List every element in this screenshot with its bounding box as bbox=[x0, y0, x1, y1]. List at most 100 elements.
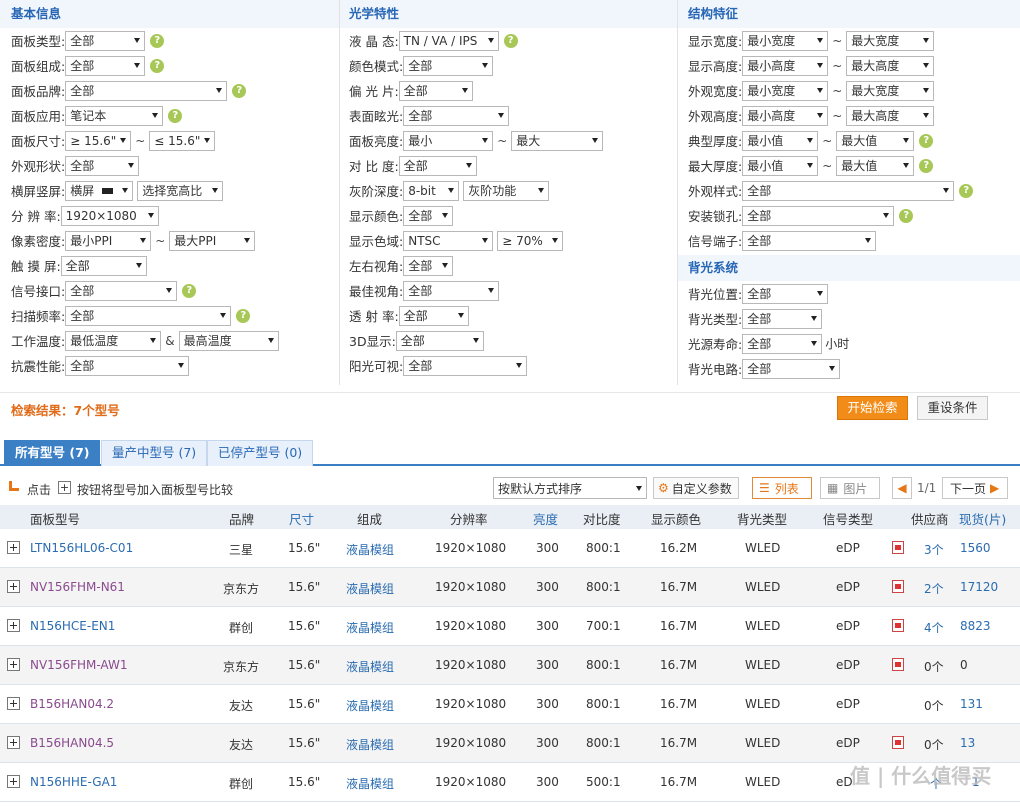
ow-max-select[interactable]: 最大宽度 bbox=[846, 80, 935, 101]
style-select[interactable]: 全部 bbox=[742, 180, 955, 201]
scan-select[interactable]: 全部 bbox=[65, 305, 232, 326]
bl-circ-select[interactable]: 全部 bbox=[742, 358, 841, 379]
composition-link[interactable]: 液晶模组 bbox=[346, 580, 394, 597]
add-compare-icon[interactable] bbox=[7, 619, 20, 632]
model-link[interactable]: B156HAN04.5 bbox=[30, 736, 114, 750]
interface-select[interactable]: 全部 bbox=[65, 280, 178, 301]
composition-link[interactable]: 液晶模组 bbox=[346, 775, 394, 792]
dh-min-select[interactable]: 最小高度 bbox=[742, 55, 829, 76]
help-icon[interactable]: ? bbox=[899, 208, 914, 223]
col-model[interactable]: 面板型号 bbox=[30, 509, 80, 528]
tt-max-select[interactable]: 最大值 bbox=[836, 130, 915, 151]
dw-min-select[interactable]: 最小宽度 bbox=[742, 30, 829, 51]
help-icon[interactable]: ? bbox=[150, 58, 165, 73]
model-link[interactable]: NV156FHM-N61 bbox=[30, 580, 125, 594]
tab-in-production[interactable]: 量产中型号 (7) bbox=[101, 440, 208, 466]
add-compare-icon[interactable] bbox=[7, 697, 20, 710]
search-button[interactable]: 开始检索 bbox=[837, 396, 908, 420]
oh-max-select[interactable]: 最大高度 bbox=[846, 105, 935, 126]
oh-min-select[interactable]: 最小高度 bbox=[742, 105, 829, 126]
ratio-select[interactable]: 选择宽高比 bbox=[137, 180, 224, 201]
pdf-icon[interactable] bbox=[892, 619, 904, 632]
view-lr-select[interactable]: 全部 bbox=[403, 255, 454, 276]
dw-max-select[interactable]: 最大宽度 bbox=[846, 30, 935, 51]
mt-min-select[interactable]: 最小值 bbox=[742, 155, 819, 176]
col-resolution[interactable]: 分辨率 bbox=[450, 509, 488, 528]
pic-view-button[interactable]: ▦ 图片 bbox=[820, 477, 880, 499]
glare-select[interactable]: 全部 bbox=[403, 105, 510, 126]
brightness-max-select[interactable]: 最大 bbox=[511, 130, 604, 151]
stock-link[interactable]: 1560 bbox=[960, 541, 991, 555]
pdf-icon[interactable] bbox=[892, 580, 904, 593]
tab-discontinued[interactable]: 已停产型号 (0) bbox=[207, 440, 314, 466]
gamut-select[interactable]: NTSC bbox=[403, 230, 494, 251]
resolution-select[interactable]: 1920×1080 bbox=[60, 205, 159, 226]
contrast-select[interactable]: 全部 bbox=[398, 155, 477, 176]
supplier-link[interactable]: 4个 bbox=[924, 619, 944, 636]
stock-link[interactable]: 8823 bbox=[960, 619, 991, 633]
gamut-pct-select[interactable]: ≥ 70% bbox=[497, 230, 564, 251]
bl-pos-select[interactable]: 全部 bbox=[742, 283, 829, 304]
composition-link[interactable]: 液晶模组 bbox=[346, 736, 394, 753]
size-min-select[interactable]: ≥ 15.6" bbox=[65, 130, 132, 151]
model-link[interactable]: NV156FHM-AW1 bbox=[30, 658, 128, 672]
panel-type-select[interactable]: 全部 bbox=[65, 30, 146, 51]
3d-select[interactable]: 全部 bbox=[395, 330, 484, 351]
help-icon[interactable]: ? bbox=[236, 308, 251, 323]
col-colors[interactable]: 显示颜色 bbox=[651, 509, 701, 528]
col-size[interactable]: 尺寸 bbox=[289, 509, 314, 528]
mt-max-select[interactable]: 最大值 bbox=[836, 155, 915, 176]
touch-select[interactable]: 全部 bbox=[60, 255, 147, 276]
colors-select[interactable]: 全部 bbox=[403, 205, 454, 226]
gray-func-select[interactable]: 灰阶功能 bbox=[463, 180, 550, 201]
col-supplier[interactable]: 供应商 bbox=[911, 509, 949, 528]
pdf-icon[interactable] bbox=[892, 736, 904, 749]
stock-link[interactable]: 17120 bbox=[960, 580, 998, 594]
composition-link[interactable]: 液晶模组 bbox=[346, 541, 394, 558]
prev-page-button[interactable]: ◀ bbox=[892, 477, 912, 499]
model-link[interactable]: B156HAN04.2 bbox=[30, 697, 114, 711]
help-icon[interactable]: ? bbox=[919, 158, 934, 173]
help-icon[interactable]: ? bbox=[168, 108, 183, 123]
stock-link[interactable]: 13 bbox=[960, 736, 975, 750]
help-icon[interactable]: ? bbox=[150, 33, 165, 48]
temp-min-select[interactable]: 最低温度 bbox=[65, 330, 162, 351]
composition-link[interactable]: 液晶模组 bbox=[346, 658, 394, 675]
supplier-link[interactable]: 2个 bbox=[924, 580, 944, 597]
stock-link[interactable]: 131 bbox=[960, 697, 983, 711]
ppi-max-select[interactable]: 最大PPI bbox=[169, 230, 256, 251]
trans-select[interactable]: 全部 bbox=[398, 305, 469, 326]
pdf-icon[interactable] bbox=[892, 658, 904, 671]
col-brightness[interactable]: 亮度 bbox=[533, 509, 558, 528]
col-stock[interactable]: 现货(片) bbox=[959, 509, 1006, 528]
shape-select[interactable]: 全部 bbox=[65, 155, 140, 176]
add-compare-icon[interactable] bbox=[7, 775, 20, 788]
gray-select[interactable]: 8-bit bbox=[403, 180, 460, 201]
composition-link[interactable]: 液晶模组 bbox=[346, 619, 394, 636]
panel-comp-select[interactable]: 全部 bbox=[65, 55, 146, 76]
view-best-select[interactable]: 全部 bbox=[403, 280, 500, 301]
pdf-icon[interactable] bbox=[892, 541, 904, 554]
reset-button[interactable]: 重设条件 bbox=[917, 396, 988, 420]
bl-type-select[interactable]: 全部 bbox=[742, 308, 823, 329]
custom-params-button[interactable]: ⚙ 自定义参数 bbox=[653, 477, 739, 499]
temp-max-select[interactable]: 最高温度 bbox=[178, 330, 279, 351]
mount-select[interactable]: 全部 bbox=[742, 205, 895, 226]
model-link[interactable]: N156HHE-GA1 bbox=[30, 775, 117, 789]
orientation-select[interactable]: 横屏 bbox=[65, 180, 134, 201]
dh-max-select[interactable]: 最大高度 bbox=[846, 55, 935, 76]
col-brand[interactable]: 品牌 bbox=[229, 509, 254, 528]
help-icon[interactable]: ? bbox=[182, 283, 197, 298]
bl-life-select[interactable]: 全部 bbox=[742, 333, 823, 354]
add-compare-icon[interactable] bbox=[7, 541, 20, 554]
help-icon[interactable]: ? bbox=[919, 133, 934, 148]
color-mode-select[interactable]: 全部 bbox=[403, 55, 494, 76]
ow-min-select[interactable]: 最小宽度 bbox=[742, 80, 829, 101]
panel-brand-select[interactable]: 全部 bbox=[65, 80, 228, 101]
help-icon[interactable]: ? bbox=[503, 33, 518, 48]
lc-select[interactable]: TN / VA / IPS bbox=[398, 30, 499, 51]
col-signal[interactable]: 信号类型 bbox=[823, 509, 873, 528]
col-contrast[interactable]: 对比度 bbox=[583, 509, 621, 528]
supplier-link[interactable]: 3个 bbox=[924, 541, 944, 558]
list-view-button[interactable]: ☰ 列表 bbox=[752, 477, 812, 499]
